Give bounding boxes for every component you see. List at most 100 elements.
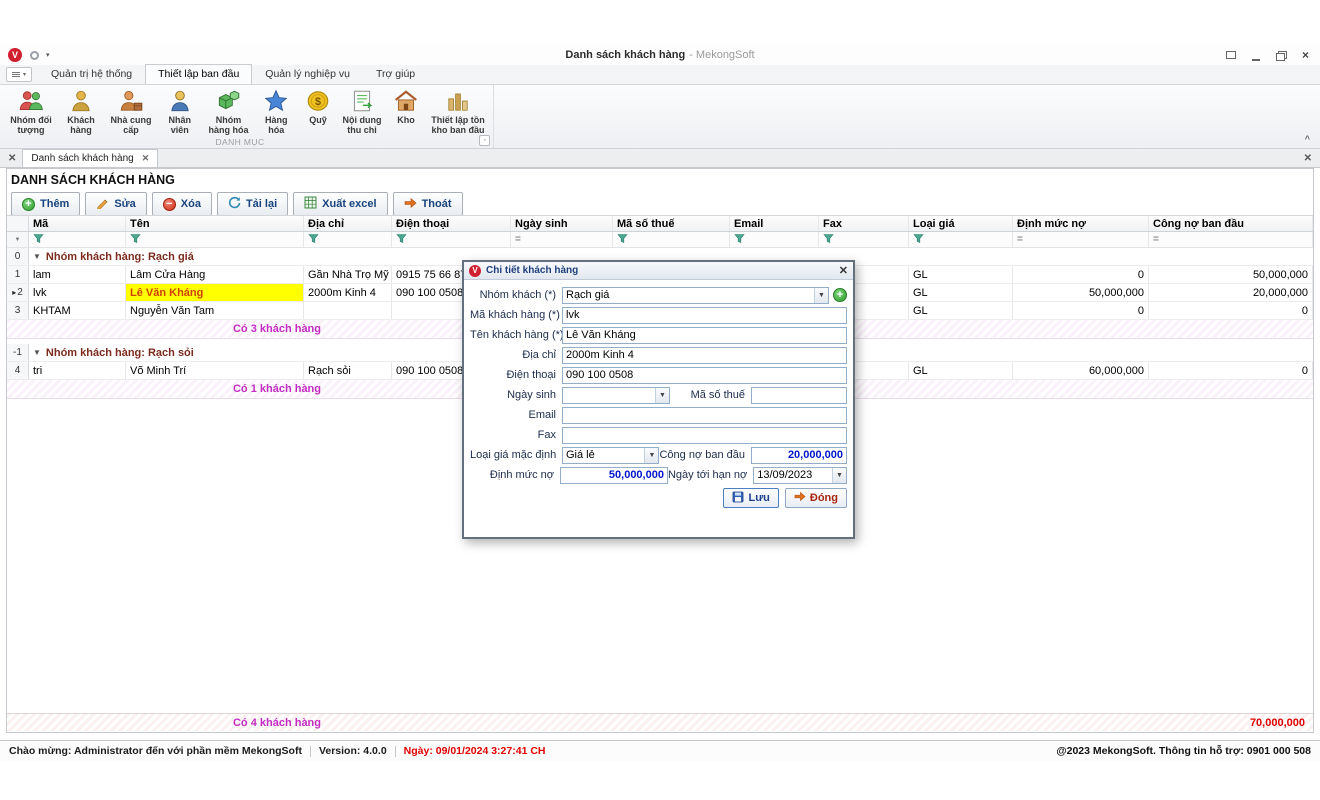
column-header-diachi[interactable]: Địa chỉ [304,216,392,231]
column-header-masothue[interactable]: Mã số thuế [613,216,730,231]
cell-diachi[interactable]: 2000m Kinh 4 [304,284,392,301]
column-header-dinhmucno[interactable]: Định mức nợ [1013,216,1149,231]
chevron-down-icon[interactable]: ▼ [644,448,658,463]
cell-loaigia[interactable]: GL [909,362,1013,379]
filter-cell-dinhmucno[interactable]: = [1013,232,1149,247]
ribbon-item-customers[interactable]: Khách hàng [56,87,106,136]
add-group-button[interactable]: + [833,288,847,302]
close-dialog-button[interactable]: Đóng [785,488,847,508]
filter-cell-ngaysinh[interactable]: = [511,232,613,247]
initial-debt-input[interactable] [751,447,847,464]
birthday-datepicker[interactable]: ▼ [562,387,670,404]
save-button[interactable]: Lưu [723,488,778,508]
address-input[interactable] [562,347,847,364]
tabstrip-close-icon[interactable]: ✕ [6,153,22,167]
cell-ten-focused[interactable]: Lê Văn Kháng [126,284,304,301]
minimize-icon[interactable] [1249,50,1262,61]
ribbon-item-goods[interactable]: Hàng hóa [253,87,299,136]
ribbon-item-suppliers[interactable]: Nhà cung cấp [106,87,156,136]
tabstrip-close-all-icon[interactable]: ✕ [1302,153,1314,167]
ribbon-item-warehouse[interactable]: Kho [387,87,425,126]
column-header-ma[interactable]: Mã [29,216,126,231]
chevron-down-icon[interactable]: ▼ [814,288,828,303]
collapse-arrow-icon[interactable]: ▼ [33,252,41,261]
ribbon-item-fund[interactable]: $ Quỹ [299,87,337,126]
reload-button[interactable]: Tải lại [217,192,288,216]
cell-congnobandau[interactable]: 0 [1149,302,1313,319]
column-header-ten[interactable]: Tên [126,216,304,231]
filter-cell-email[interactable] [730,232,819,247]
export-excel-button[interactable]: Xuất excel [293,192,387,216]
filter-cell-dienthoai[interactable] [392,232,511,247]
ribbon-item-object-groups[interactable]: Nhóm đối tượng [6,87,56,136]
debt-limit-input[interactable] [560,467,668,484]
taxcode-input[interactable] [751,387,847,404]
cell-diachi[interactable]: Rạch sỏi [304,362,392,379]
filter-cell-ten[interactable] [126,232,304,247]
cell-loaigia[interactable]: GL [909,266,1013,283]
ribbon-tab-system-admin[interactable]: Quản trị hệ thống [38,64,145,84]
add-button[interactable]: + Thêm [11,192,80,216]
pricetype-combobox[interactable]: Giá lẻ ▼ [562,447,659,464]
ribbon-item-initial-stock[interactable]: Thiết lập tồn kho ban đầu [425,87,491,136]
cell-diachi[interactable] [304,302,392,319]
filter-cell-ma[interactable] [29,232,126,247]
doc-tab-customer-list[interactable]: Danh sách khách hàng ✕ [22,149,158,167]
ribbon-menu-button[interactable]: ▾ [6,67,32,82]
column-header-congnobandau[interactable]: Công nợ ban đầu [1149,216,1313,231]
cell-ma[interactable]: tri [29,362,126,379]
quick-access-dropdown-icon[interactable]: ▾ [46,51,50,59]
cell-congnobandau[interactable]: 50,000,000 [1149,266,1313,283]
cell-loaigia[interactable]: GL [909,302,1013,319]
cell-ma[interactable]: lam [29,266,126,283]
ribbon-item-receipt-content[interactable]: Nội dung thu chi [337,87,387,136]
cell-congnobandau[interactable]: 0 [1149,362,1313,379]
exit-button[interactable]: Thoát [393,192,463,216]
customer-name-input[interactable] [562,327,847,344]
cell-diachi[interactable]: Gần Nhà Trọ Mỹ X... [304,266,392,283]
cell-dinhmucno[interactable]: 50,000,000 [1013,284,1149,301]
ribbon-collapse-icon[interactable]: ^ [1305,134,1310,144]
ribbon-tab-business-management[interactable]: Quản lý nghiệp vụ [252,64,363,84]
column-header-email[interactable]: Email [730,216,819,231]
cell-dinhmucno[interactable]: 60,000,000 [1013,362,1149,379]
column-header-dienthoai[interactable]: Điện thoại [392,216,511,231]
cell-dinhmucno[interactable]: 0 [1013,266,1149,283]
phone-input[interactable] [562,367,847,384]
filter-cell-diachi[interactable] [304,232,392,247]
email-input[interactable] [562,407,847,424]
column-header-fax[interactable]: Fax [819,216,909,231]
cell-ten[interactable]: Lâm Cửa Hàng [126,266,304,283]
cell-congnobandau[interactable]: 20,000,000 [1149,284,1313,301]
ribbon-item-employees[interactable]: Nhân viên [156,87,203,136]
customer-group-combobox[interactable]: Rạch giá ▼ [562,287,829,304]
close-icon[interactable]: × [1299,50,1312,61]
doc-tab-close-icon[interactable]: ✕ [142,153,150,164]
dialog-titlebar[interactable]: V Chi tiết khách hàng ✕ [464,262,853,280]
filter-cell-congnobandau[interactable]: = [1149,232,1313,247]
collapse-arrow-icon[interactable]: ▼ [33,348,41,357]
cell-ma[interactable]: KHTAM [29,302,126,319]
quick-access-icon[interactable] [30,51,39,60]
cell-ma[interactable]: lvk [29,284,126,301]
cell-ten[interactable]: Nguyễn Văn Tam [126,302,304,319]
chevron-down-icon[interactable]: ▼ [832,468,846,483]
delete-button[interactable]: − Xóa [152,192,212,216]
ribbon-tab-initial-setup[interactable]: Thiết lập ban đầu [145,64,252,84]
cell-loaigia[interactable]: GL [909,284,1013,301]
ribbon-item-product-groups[interactable]: Nhóm hàng hóa [203,87,253,136]
fax-input[interactable] [562,427,847,444]
column-header-loaigia[interactable]: Loại giá [909,216,1013,231]
edit-button[interactable]: Sửa [85,192,146,216]
filter-cell-loaigia[interactable] [909,232,1013,247]
cell-dinhmucno[interactable]: 0 [1013,302,1149,319]
chevron-down-icon[interactable]: ▼ [655,388,669,403]
cell-ten[interactable]: Võ Minh Trí [126,362,304,379]
column-header-ngaysinh[interactable]: Ngày sinh [511,216,613,231]
ribbon-tab-help[interactable]: Trợ giúp [363,64,428,84]
filter-cell-fax[interactable] [819,232,909,247]
group-dialog-launcher-icon[interactable]: ◦ [479,135,490,146]
dialog-close-icon[interactable]: ✕ [839,266,848,276]
filter-cell-masothue[interactable] [613,232,730,247]
restore-icon[interactable] [1274,50,1287,61]
